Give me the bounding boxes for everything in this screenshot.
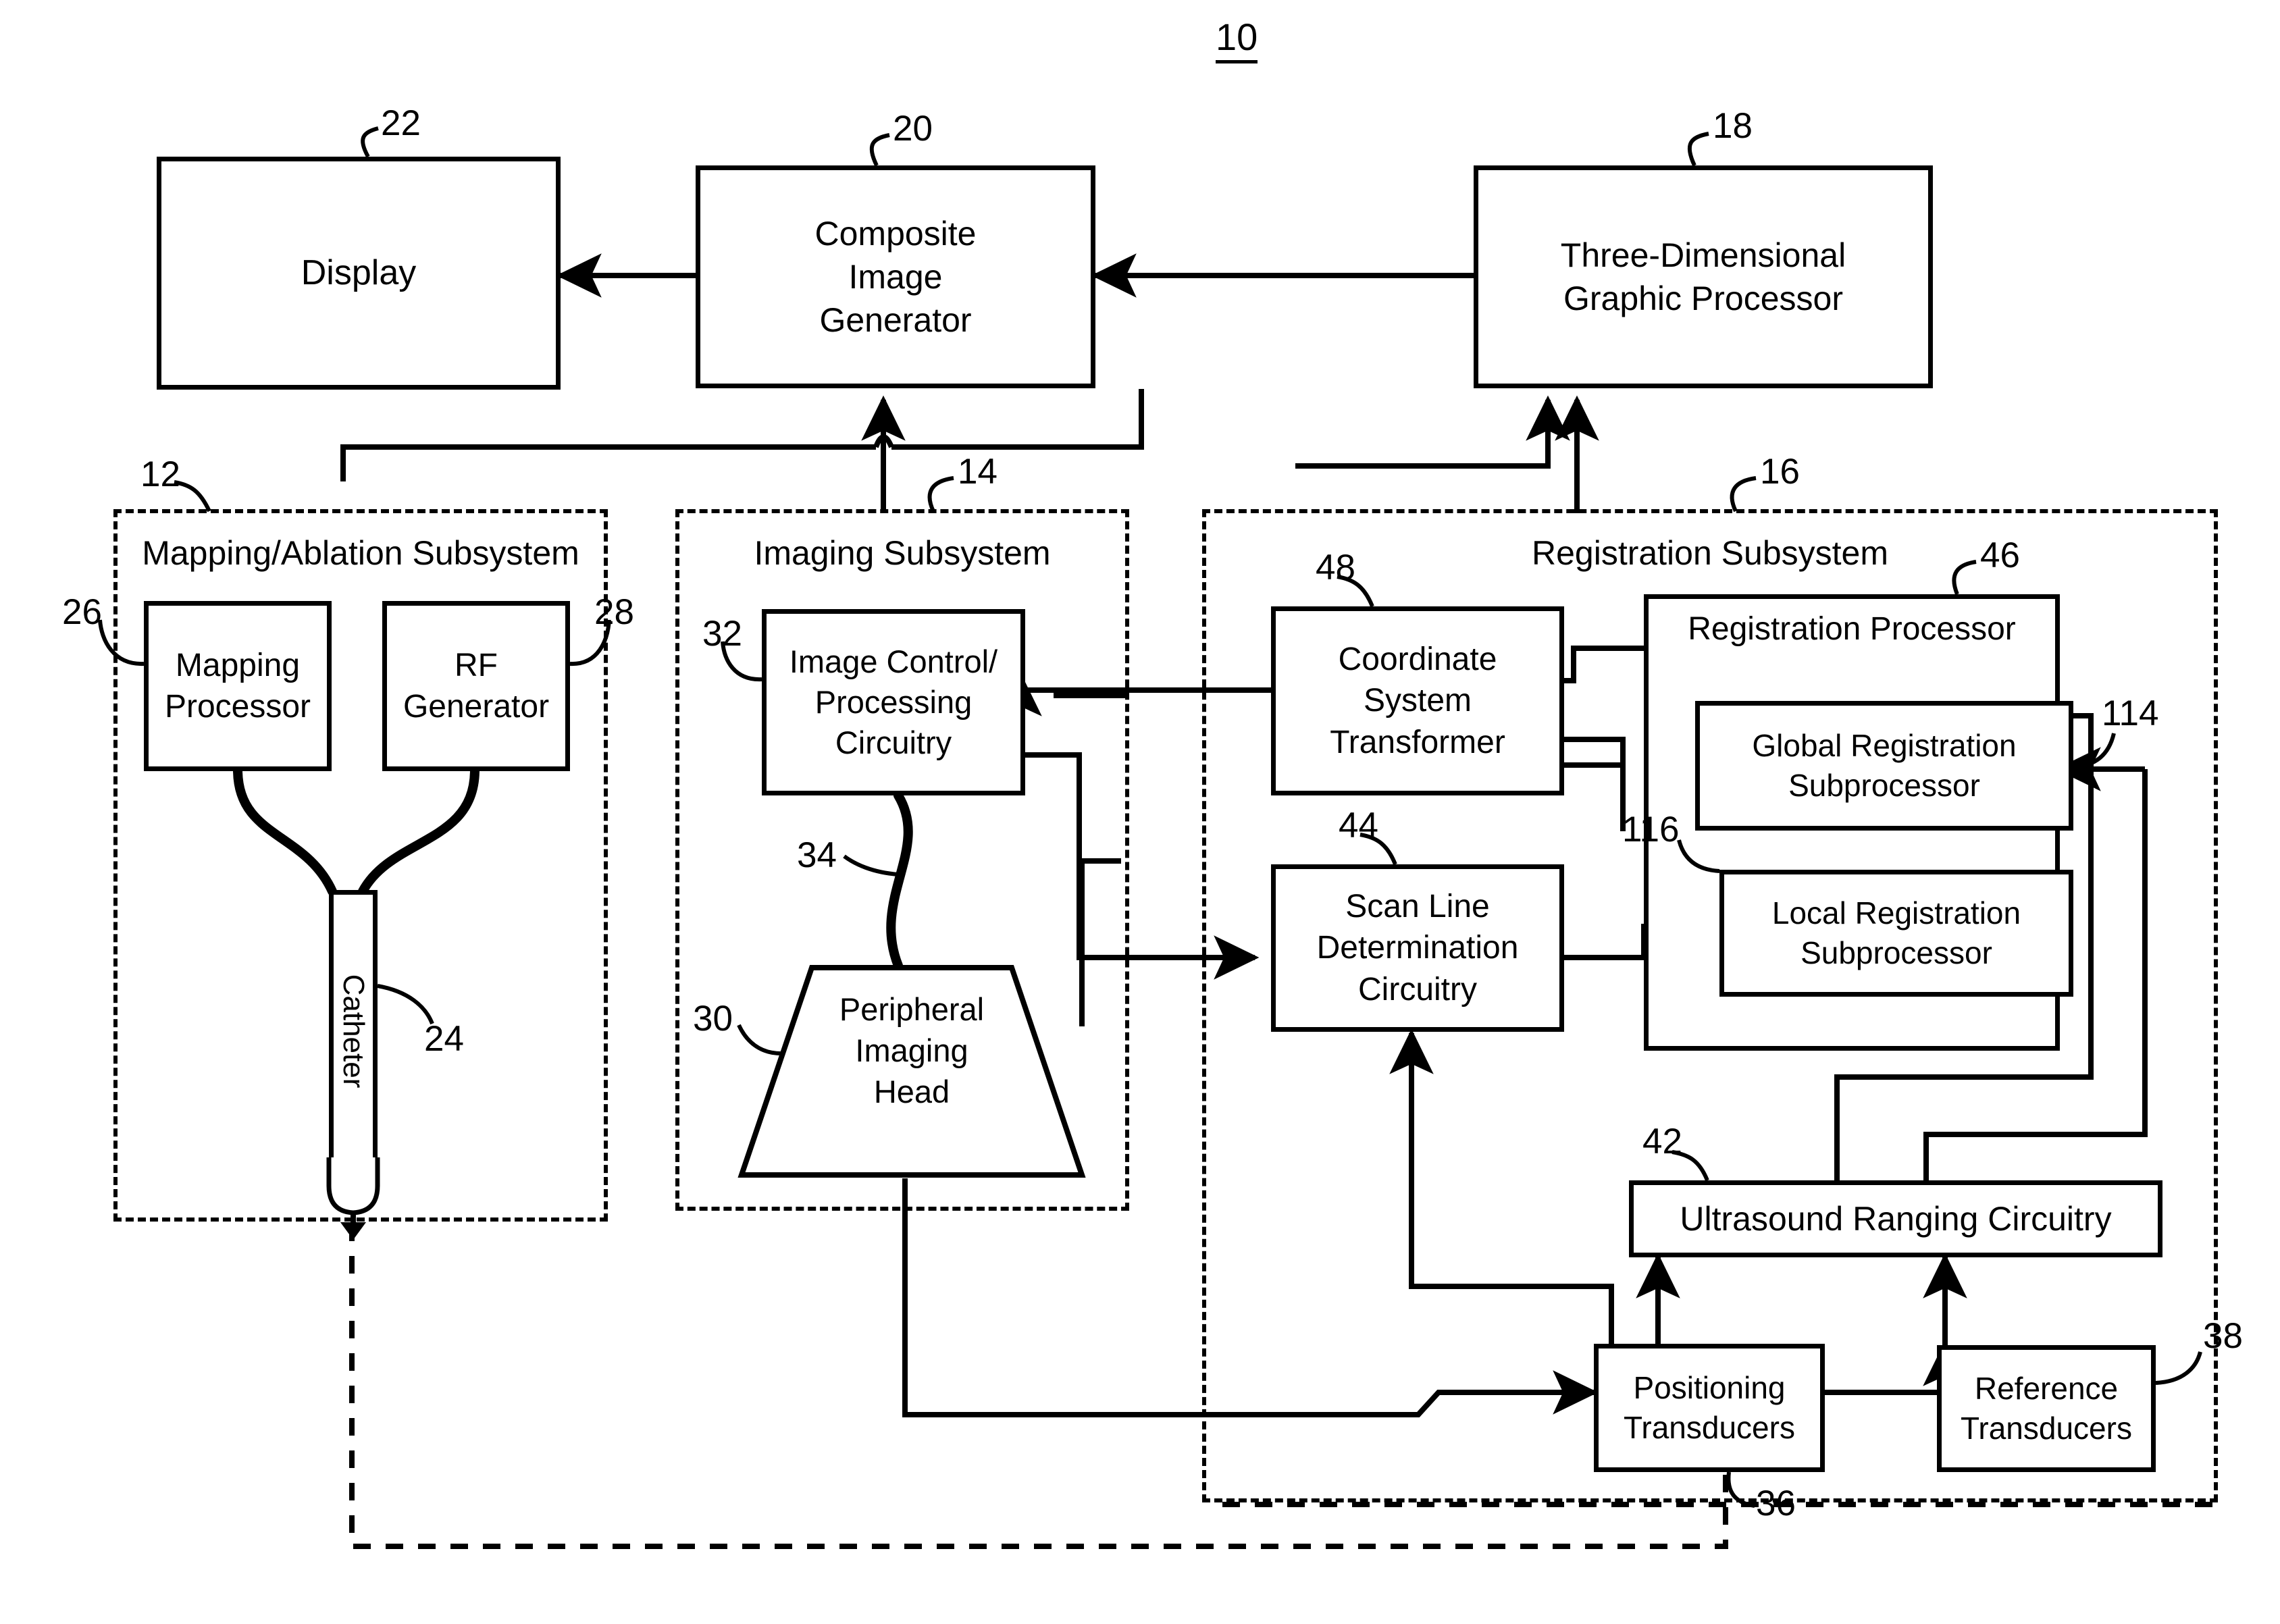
figure-number: 10: [1216, 15, 1258, 63]
ref-numeral-114: 114: [2102, 693, 2159, 733]
catheter-tip: [326, 1157, 380, 1240]
global-registration-subprocessor-box[interactable]: Global Registration Subprocessor: [1695, 701, 2073, 831]
three-dimensional-graphic-processor-box[interactable]: Three-Dimensional Graphic Processor: [1474, 165, 1933, 388]
rf-generator-box[interactable]: RF Generator: [382, 601, 570, 771]
ref-numeral-34: 34: [797, 835, 837, 875]
coordinate-system-transformer-box[interactable]: Coordinate System Transformer: [1271, 606, 1564, 795]
coordinate-system-transformer-label: Coordinate System Transformer: [1330, 641, 1505, 760]
ref-numeral-38: 38: [2203, 1316, 2243, 1356]
mapping-processor-box[interactable]: Mapping Processor: [144, 601, 332, 771]
ref-numeral-36: 36: [1756, 1484, 1796, 1523]
ref-numeral-28: 28: [594, 592, 634, 632]
ref-numeral-22: 22: [381, 103, 421, 143]
subsystem-imaging-title: Imaging Subsystem: [754, 534, 1051, 572]
display-box[interactable]: Display: [157, 157, 561, 390]
ref-numeral-14: 14: [958, 452, 998, 492]
ref-numeral-18: 18: [1713, 106, 1753, 146]
ref-numeral-44: 44: [1339, 806, 1378, 845]
patent-figure-sheet: 10 Mapping/Ablation Subsystem Imaging Su…: [0, 0, 2280, 1624]
composite-image-generator-box[interactable]: Composite Image Generator: [696, 165, 1095, 388]
composite-image-generator-label: Composite Image Generator: [814, 215, 977, 339]
scan-line-determination-circuitry-label: Scan Line Determination Circuitry: [1316, 888, 1519, 1007]
ref-numeral-12: 12: [140, 454, 180, 494]
ref-numeral-42: 42: [1642, 1122, 1682, 1161]
ref-numeral-48: 48: [1316, 548, 1355, 587]
ref-numeral-116: 116: [1622, 810, 1680, 849]
positioning-transducers-box[interactable]: Positioning Transducers: [1594, 1344, 1825, 1472]
ultrasound-ranging-circuitry-box[interactable]: Ultrasound Ranging Circuitry: [1629, 1180, 2162, 1257]
image-control-processing-circuitry-label: Image Control/ Processing Circuitry: [789, 643, 998, 761]
local-registration-subprocessor-box[interactable]: Local Registration Subprocessor: [1719, 870, 2073, 997]
subsystem-mapping-title: Mapping/Ablation Subsystem: [142, 534, 579, 572]
three-dimensional-graphic-processor-label: Three-Dimensional Graphic Processor: [1560, 236, 1846, 317]
catheter-body[interactable]: Catheter: [329, 890, 378, 1172]
catheter-label: Catheter: [337, 974, 370, 1089]
rf-generator-label: RF Generator: [403, 647, 550, 725]
ultrasound-ranging-circuitry-label: Ultrasound Ranging Circuitry: [1680, 1200, 2112, 1238]
ref-numeral-26: 26: [62, 592, 102, 632]
ref-numeral-46: 46: [1980, 535, 2020, 575]
ref-numeral-24: 24: [424, 1019, 464, 1059]
reference-transducers-label: Reference Transducers: [1961, 1371, 2132, 1446]
ref-numeral-16: 16: [1760, 452, 1800, 492]
peripheral-imaging-head[interactable]: Peripheral Imaging Head: [736, 964, 1087, 1179]
positioning-transducers-label: Positioning Transducers: [1624, 1370, 1795, 1445]
global-registration-subprocessor-label: Global Registration Subprocessor: [1752, 728, 2017, 803]
local-registration-subprocessor-label: Local Registration Subprocessor: [1771, 895, 2021, 970]
display-label: Display: [301, 253, 417, 293]
reference-transducers-box[interactable]: Reference Transducers: [1937, 1345, 2156, 1472]
ref-numeral-20: 20: [893, 109, 933, 149]
ref-numeral-32: 32: [702, 614, 742, 654]
scan-line-determination-circuitry-box[interactable]: Scan Line Determination Circuitry: [1271, 864, 1564, 1032]
ref-numeral-30: 30: [693, 999, 733, 1039]
mapping-processor-label: Mapping Processor: [164, 647, 311, 725]
image-control-processing-circuitry-box[interactable]: Image Control/ Processing Circuitry: [762, 609, 1025, 795]
registration-processor-label: Registration Processor: [1688, 611, 2016, 647]
peripheral-imaging-head-label: Peripheral Imaging Head: [839, 991, 985, 1110]
